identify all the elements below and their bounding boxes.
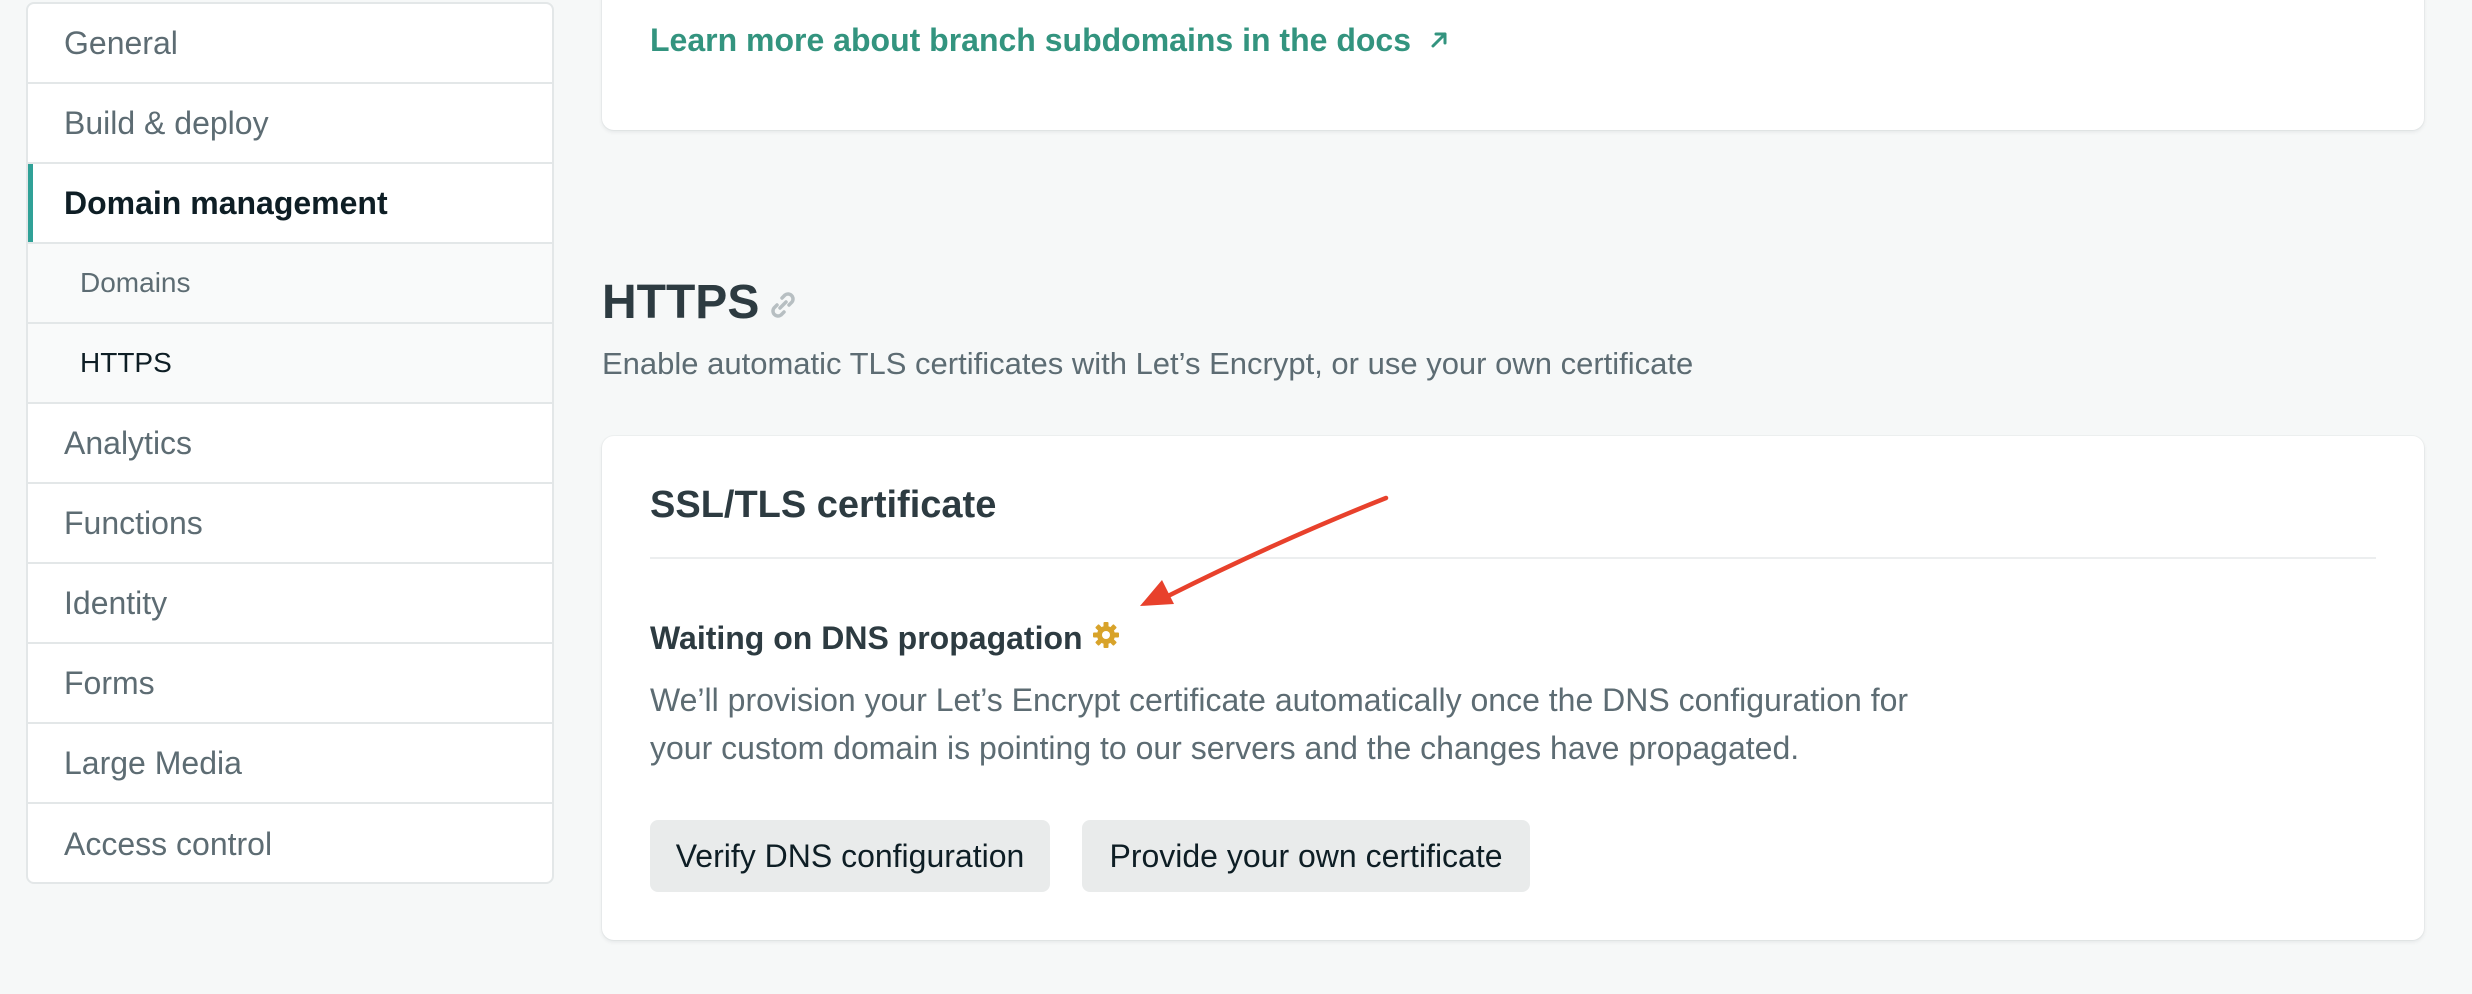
- dns-status-text: Waiting on DNS propagation: [650, 619, 1083, 656]
- branch-subdomains-docs-link[interactable]: Learn more about branch subdomains in th…: [650, 22, 1450, 59]
- sidebar-item-general[interactable]: General: [28, 4, 552, 84]
- sidebar-item-build-deploy[interactable]: Build & deploy: [28, 84, 552, 164]
- dns-status: Waiting on DNS propagation: [650, 618, 1121, 658]
- sidebar-item-access-control[interactable]: Access control: [28, 804, 552, 882]
- gear-icon: [1091, 620, 1121, 658]
- arrow-up-right-icon: [1428, 22, 1450, 59]
- sidebar-item-functions[interactable]: Functions: [28, 484, 552, 564]
- sidebar-item-forms[interactable]: Forms: [28, 644, 552, 724]
- link-icon[interactable]: [767, 278, 799, 333]
- sidebar-item-identity[interactable]: Identity: [28, 564, 552, 644]
- sidebar-item-large-media[interactable]: Large Media: [28, 724, 552, 804]
- card-divider: [650, 557, 2376, 559]
- settings-sidebar: General Build & deploy Domain management…: [26, 2, 554, 884]
- ssl-certificate-card: SSL/TLS certificate Waiting on DNS propa…: [602, 436, 2424, 940]
- branch-subdomains-card: Learn more about branch subdomains in th…: [602, 0, 2424, 130]
- sidebar-item-analytics[interactable]: Analytics: [28, 404, 552, 484]
- verify-dns-button[interactable]: Verify DNS configuration: [650, 820, 1050, 892]
- sidebar-subitem-https[interactable]: HTTPS: [28, 324, 552, 404]
- page-root: General Build & deploy Domain management…: [0, 0, 2472, 994]
- https-section-description: Enable automatic TLS certificates with L…: [602, 346, 1694, 381]
- docs-link-label: Learn more about branch subdomains in th…: [650, 22, 1411, 58]
- provide-certificate-button[interactable]: Provide your own certificate: [1082, 820, 1530, 892]
- ssl-card-title: SSL/TLS certificate: [650, 484, 997, 526]
- dns-status-description: We’ll provision your Let’s Encrypt certi…: [650, 682, 1909, 766]
- sidebar-item-domain-management[interactable]: Domain management: [28, 164, 552, 244]
- https-section-title: HTTPS: [602, 272, 799, 333]
- https-title-text: HTTPS: [602, 276, 760, 329]
- sidebar-subitem-domains[interactable]: Domains: [28, 244, 552, 324]
